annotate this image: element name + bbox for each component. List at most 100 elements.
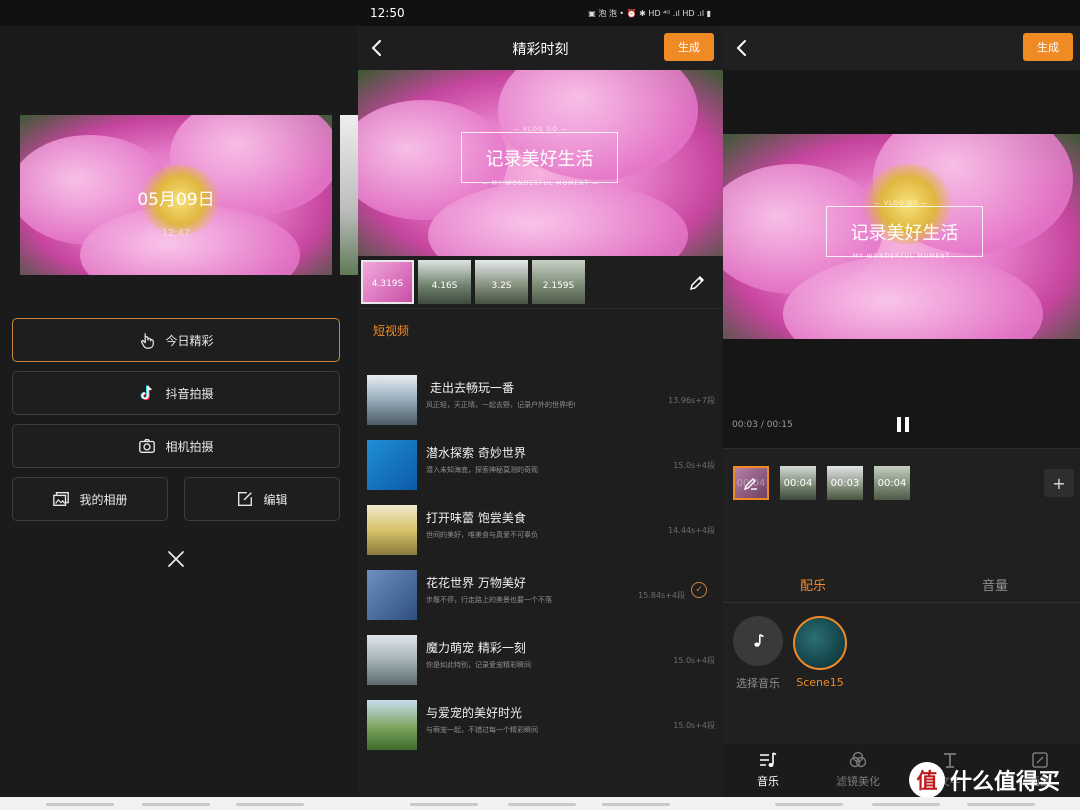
clip-thumb[interactable]: 2.159S	[532, 260, 585, 304]
camera-shoot-label: 相机拍摄	[165, 439, 214, 454]
home-indicator	[46, 803, 114, 806]
clip-item[interactable]: 00:04	[733, 466, 769, 500]
template-meta: 15.84s+4段	[638, 591, 685, 600]
music-cover	[793, 616, 847, 670]
time-separator: /	[760, 420, 764, 430]
template-subtitle: 你是如此特别，记录爱宠精彩瞬间	[426, 661, 531, 669]
status-time: 12:50	[370, 6, 405, 20]
top-nav: 精彩时刻 生成	[358, 26, 723, 70]
template-subtitle: 与萌宠一起，不错过每一个精彩瞬间	[426, 726, 538, 734]
template-thumbnail	[367, 375, 417, 425]
nav-filter[interactable]: 滤镜美化	[823, 750, 893, 789]
home-indicator	[967, 803, 1035, 806]
template-title: 潜水探索 奇妙世界	[426, 446, 526, 460]
tab-music[interactable]: 配乐	[800, 575, 826, 594]
divider	[358, 308, 723, 309]
list-item[interactable]: 花花世界 万物美好 步履不停，行走路上的美景也要一个不落 15.84s+4段 ✓	[358, 569, 723, 634]
overlay-bottom-text: — MY WONDERFUL MOMENT —	[481, 180, 600, 187]
template-meta: 14.44s+4段	[668, 526, 715, 535]
template-subtitle: 步履不停，行走路上的美景也要一个不落	[426, 596, 552, 604]
template-subtitle: 潜入未知海底，探索神秘莫测的奇观	[426, 466, 538, 474]
video-preview[interactable]: 记录美好生活 — VLOG GO — — MY WONDERFUL MOMENT…	[358, 70, 723, 256]
home-indicator	[872, 803, 940, 806]
douyin-shoot-label: 抖音拍摄	[165, 386, 214, 401]
top-bar	[723, 0, 1080, 26]
edit-button[interactable]: 编辑	[184, 477, 340, 521]
clip-duration: 4.319S	[371, 279, 404, 289]
clip-duration: 4.16S	[431, 281, 458, 291]
pencil-icon[interactable]	[688, 274, 706, 292]
today-highlight-card[interactable]: 05月09日 12:47	[20, 115, 332, 275]
clip-thumbnails: 4.319S 4.16S 3.2S 2.159S	[361, 260, 585, 304]
generate-button[interactable]: 生成	[664, 33, 714, 61]
tiktok-icon	[141, 385, 153, 401]
template-meta: 15.0s+4段	[673, 461, 715, 470]
top-nav: 生成	[723, 26, 1080, 70]
clip-thumb[interactable]: 4.16S	[418, 260, 471, 304]
clip-item[interactable]: 00:03	[827, 466, 863, 500]
my-album-button[interactable]: 我的相册	[12, 477, 168, 521]
list-item[interactable]: 打开味蕾 饱尝美食 世间的美好，唯美食与真爱不可辜负 14.44s+4段	[358, 504, 723, 569]
card-time: 12:47	[161, 228, 191, 239]
close-icon[interactable]	[164, 547, 188, 571]
panel-highlights: 12:50 ▣ 泡 泡 • ⏰ ✱ HD ⁴ᴳ .ıl HD .ıl ▮ 精彩时…	[358, 0, 723, 797]
template-title: 走出去畅玩一番	[430, 381, 515, 395]
template-meta: 15.0s+4段	[673, 721, 715, 730]
home-indicator	[236, 803, 304, 806]
clip-timeline: 00:04 00:04 00:03 00:04	[733, 466, 910, 500]
pause-icon[interactable]	[897, 417, 911, 433]
clip-thumb[interactable]: 4.319S	[361, 260, 414, 304]
back-arrow-icon[interactable]	[733, 38, 751, 58]
hand-pointer-icon	[141, 333, 155, 349]
add-clip-button[interactable]: +	[1044, 469, 1074, 497]
clip-duration: 00:04	[877, 477, 907, 489]
list-item[interactable]: 走出去畅玩一番 风正轻，天正晴，一起去野，记录户外的世界吧! 13.96s+7段	[358, 374, 723, 439]
choose-music-label: 选择音乐	[736, 677, 780, 690]
clip-duration: 2.159S	[542, 281, 575, 291]
video-preview[interactable]: 记录美好生活 — VLOG GO — — MY WONDERFUL MOMENT…	[723, 134, 1080, 339]
selected-check-icon: ✓	[691, 582, 707, 598]
tab-volume[interactable]: 音量	[982, 575, 1008, 594]
template-title: 与爱宠的美好时光	[426, 706, 523, 720]
section-title: 短视频	[373, 324, 410, 338]
next-card-preview[interactable]	[340, 115, 358, 275]
home-indicator	[410, 803, 478, 806]
watermark-text: 什么值得买	[950, 770, 1061, 795]
list-item[interactable]: 与爱宠的美好时光 与萌宠一起，不错过每一个精彩瞬间 15.0s+4段	[358, 699, 723, 764]
list-item[interactable]: 潜水探索 奇妙世界 潜入未知海底，探索神秘莫测的奇观 15.0s+4段	[358, 439, 723, 504]
watermark-badge: 值	[909, 762, 945, 797]
generate-button[interactable]: 生成	[1023, 33, 1073, 61]
template-thumbnail	[367, 440, 417, 490]
template-thumbnail	[367, 635, 417, 685]
list-item[interactable]: 魔力萌宠 精彩一刻 你是如此特别，记录爱宠精彩瞬间 15.0s+4段	[358, 634, 723, 699]
choose-music-button[interactable]: 选择音乐	[731, 616, 785, 691]
edit-label: 编辑	[263, 492, 288, 507]
camera-icon	[139, 439, 156, 453]
clip-thumb[interactable]: 3.2S	[475, 260, 528, 304]
clip-item[interactable]: 00:04	[874, 466, 910, 500]
template-subtitle: 风正轻，天正晴，一起去野，记录户外的世界吧!	[426, 401, 576, 409]
my-album-label: 我的相册	[79, 492, 128, 507]
overlay-title: 记录美好生活	[485, 148, 594, 170]
card-date: 05月09日	[137, 190, 215, 210]
today-highlights-button[interactable]: 今日精彩	[12, 318, 340, 362]
douyin-shoot-button[interactable]: 抖音拍摄	[12, 371, 340, 415]
music-icon	[760, 752, 777, 767]
overlay-top-text: — VLOG GO —	[513, 126, 568, 133]
clip-item[interactable]: 00:04	[780, 466, 816, 500]
nav-music[interactable]: 音乐	[733, 750, 803, 789]
nav-filter-label: 滤镜美化	[836, 775, 880, 788]
home-indicator	[602, 803, 670, 806]
status-icons: ▣ 泡 泡 • ⏰ ✱ HD ⁴ᴳ .ıl HD .ıl ▮	[588, 8, 711, 18]
template-title: 打开味蕾 饱尝美食	[426, 511, 526, 525]
video-title-overlay: 记录美好生活	[461, 132, 618, 183]
watermark: 值 什么值得买	[909, 762, 1060, 797]
template-subtitle: 世间的美好，唯美食与真爱不可辜负	[426, 531, 538, 539]
music-name-label: Scene15	[796, 676, 844, 689]
filter-icon	[849, 751, 867, 768]
template-thumbnail	[367, 700, 417, 750]
overlay-title: 记录美好生活	[850, 222, 959, 244]
camera-shoot-button[interactable]: 相机拍摄	[12, 424, 340, 468]
status-bar: 12:50 ▣ 泡 泡 • ⏰ ✱ HD ⁴ᴳ .ıl HD .ıl ▮	[358, 0, 723, 26]
music-scene15[interactable]: Scene15	[793, 616, 847, 689]
